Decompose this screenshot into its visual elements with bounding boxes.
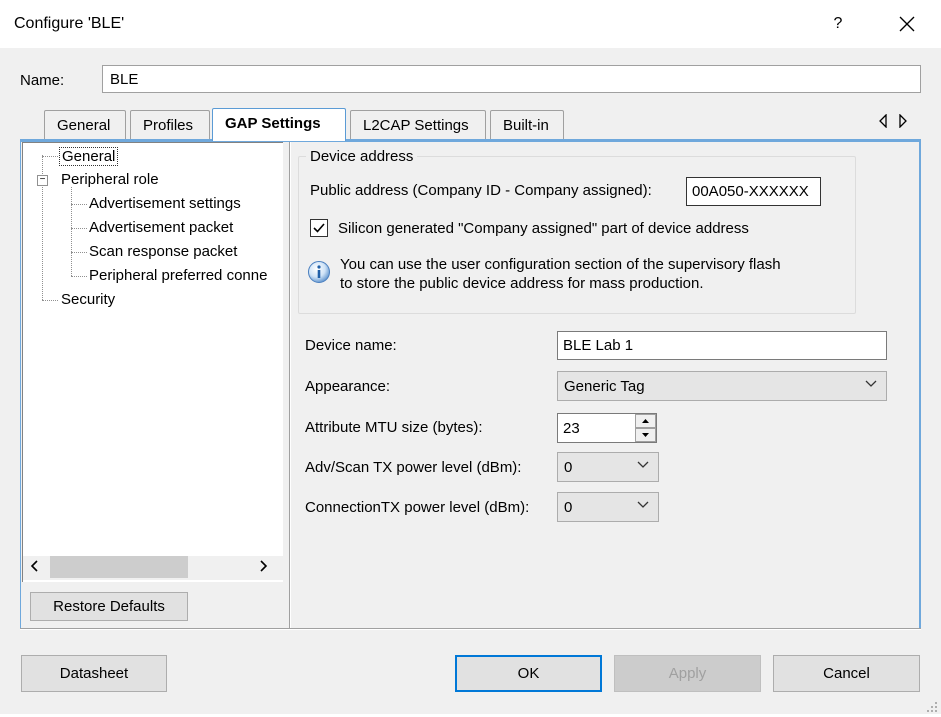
splitter[interactable]	[289, 142, 291, 630]
tab-page-left-border	[20, 142, 21, 630]
tree-connector	[71, 276, 87, 277]
scrollbar-thumb[interactable]	[50, 556, 188, 578]
checkmark-icon	[313, 223, 325, 233]
name-label: Name:	[20, 72, 65, 89]
tab-scroll-left-icon[interactable]	[878, 113, 888, 131]
tab-page-right-border	[919, 142, 921, 630]
tree-connector	[42, 300, 58, 301]
adv-power-value: 0	[564, 459, 573, 476]
appearance-select[interactable]: Generic Tag	[557, 371, 887, 401]
conn-power-value: 0	[564, 499, 573, 516]
tree-item-security[interactable]: Security	[61, 291, 115, 308]
appearance-label: Appearance:	[305, 378, 391, 395]
help-button[interactable]: ?	[818, 2, 858, 46]
conn-power-label: ConnectionTX power level (dBm):	[305, 499, 530, 516]
tab-general[interactable]: General	[44, 110, 126, 139]
separator	[20, 628, 921, 630]
settings-tree[interactable]: − General Peripheral role Advertisement …	[22, 142, 283, 582]
tree-item-scan-response-packet[interactable]: Scan response packet	[89, 243, 237, 260]
restore-defaults-button[interactable]: Restore Defaults	[30, 592, 188, 621]
spin-up-icon[interactable]	[635, 414, 656, 428]
tree-connector	[71, 187, 72, 276]
tree-connector	[42, 156, 58, 157]
tab-gap-settings[interactable]: GAP Settings	[212, 108, 346, 141]
tree-connector	[71, 228, 87, 229]
adv-power-label: Adv/Scan TX power level (dBm):	[305, 459, 522, 476]
tree-connector	[71, 252, 87, 253]
tree-item-general[interactable]: General	[59, 147, 119, 166]
device-name-input[interactable]	[557, 331, 887, 360]
scroll-left-arrow-icon[interactable]	[30, 559, 40, 576]
info-text-line-2: to store the public device address for m…	[340, 275, 704, 292]
tab-scroll-right-icon[interactable]	[898, 113, 908, 131]
tab-built-in[interactable]: Built-in	[490, 110, 564, 139]
tree-item-peripheral-role[interactable]: Peripheral role	[61, 171, 159, 188]
tree-item-advertisement-packet[interactable]: Advertisement packet	[89, 219, 233, 236]
cancel-button[interactable]: Cancel	[773, 655, 920, 692]
tree-item-advertisement-settings[interactable]: Advertisement settings	[89, 195, 241, 212]
info-icon	[307, 260, 331, 284]
public-address-label: Public address (Company ID - Company ass…	[310, 182, 652, 199]
chevron-down-icon	[636, 498, 650, 516]
mtu-spinner[interactable]	[635, 414, 656, 442]
apply-button[interactable]: Apply	[614, 655, 761, 692]
ok-button[interactable]: OK	[455, 655, 602, 692]
conn-power-select[interactable]: 0	[557, 492, 659, 522]
tab-profiles[interactable]: Profiles	[130, 110, 210, 139]
tree-connector	[71, 204, 87, 205]
title-bar	[0, 0, 941, 48]
public-address-input[interactable]	[686, 177, 821, 206]
window-title: Configure 'BLE'	[14, 15, 125, 32]
collapse-icon[interactable]: −	[37, 175, 48, 186]
close-button[interactable]	[884, 2, 930, 46]
help-icon: ?	[833, 15, 843, 32]
company-assigned-checkbox[interactable]	[310, 219, 328, 237]
tab-underline	[20, 139, 921, 142]
spin-down-icon[interactable]	[635, 428, 656, 442]
tab-l2cap-settings[interactable]: L2CAP Settings	[350, 110, 486, 139]
name-input[interactable]	[102, 65, 921, 93]
device-address-legend: Device address	[306, 148, 418, 165]
mtu-label: Attribute MTU size (bytes):	[305, 419, 483, 436]
appearance-value: Generic Tag	[564, 378, 645, 395]
info-text-line-1: You can use the user configuration secti…	[340, 256, 781, 273]
close-icon	[899, 16, 915, 32]
device-name-label: Device name:	[305, 337, 397, 354]
datasheet-button[interactable]: Datasheet	[21, 655, 167, 692]
scroll-right-arrow-icon[interactable]	[258, 559, 268, 576]
adv-power-select[interactable]: 0	[557, 452, 659, 482]
chevron-down-icon	[636, 458, 650, 476]
resize-grip-icon[interactable]	[926, 700, 938, 717]
company-assigned-checkbox-label[interactable]: Silicon generated "Company assigned" par…	[338, 220, 749, 237]
chevron-down-icon	[864, 377, 878, 395]
tree-item-peripheral-preferred-connection[interactable]: Peripheral preferred conne	[89, 267, 279, 284]
